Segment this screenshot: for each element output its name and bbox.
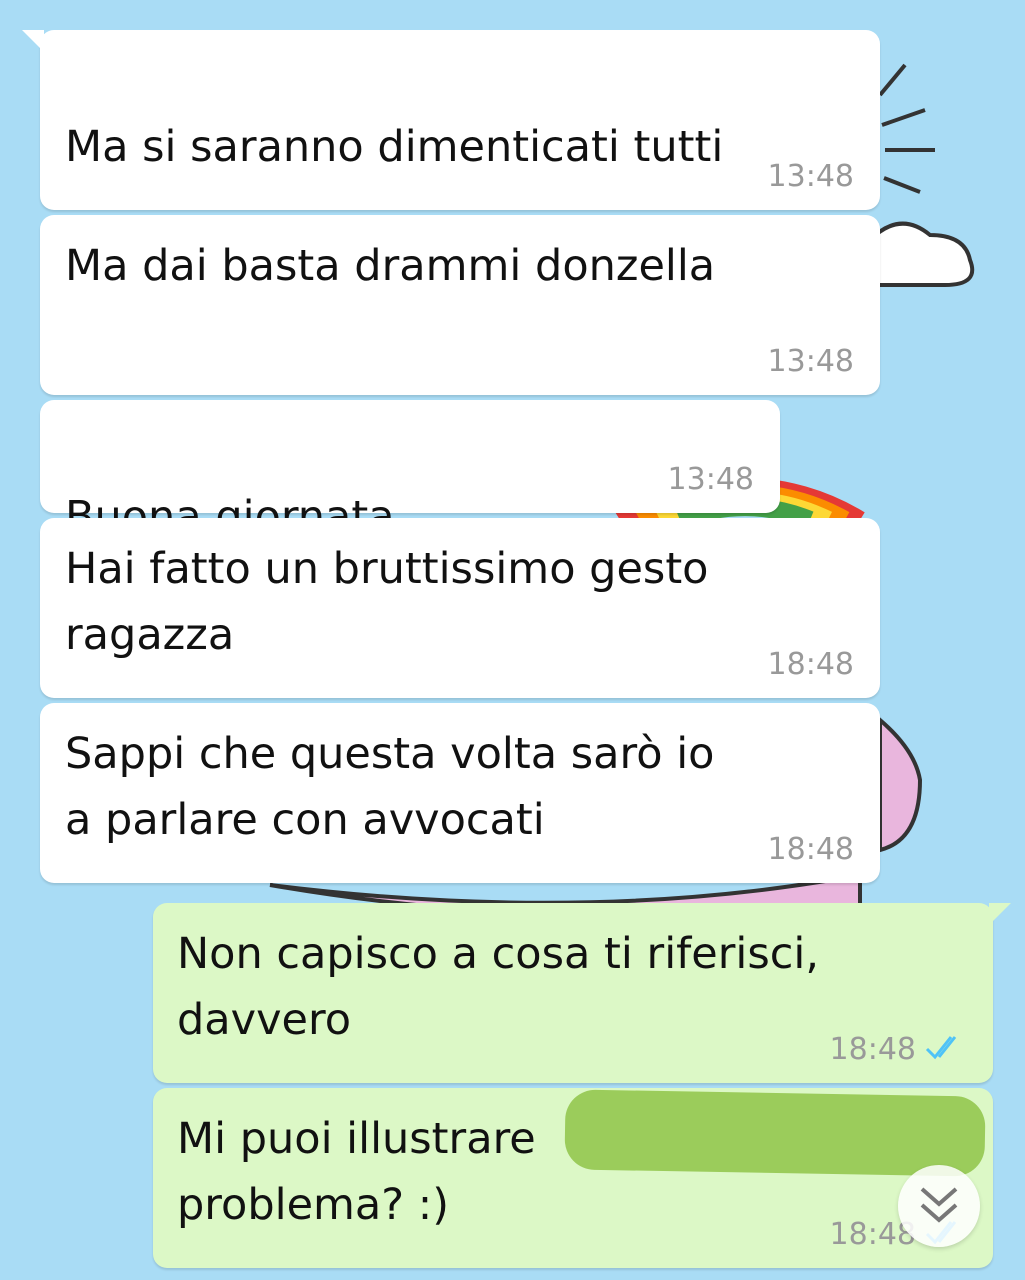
message-text: Sappi che questa volta sarò io a parlare… xyxy=(65,729,715,845)
message-time: 13:48 xyxy=(667,462,754,497)
message-time: 18:48 xyxy=(767,832,854,867)
chevron-double-down-icon xyxy=(920,1187,958,1223)
scroll-to-bottom-button[interactable] xyxy=(898,1165,980,1247)
message-time: 18:48 xyxy=(767,647,854,682)
message-text: Hai fatto un bruttissimo gesto ragazza xyxy=(65,544,709,660)
message-bubble-incoming[interactable]: Hai fatto un bruttissimo gesto ragazza 1… xyxy=(40,518,880,698)
message-time: 13:48 xyxy=(767,159,854,194)
redaction-mark xyxy=(564,1089,986,1177)
double-check-icon xyxy=(925,1036,957,1060)
message-bubble-incoming[interactable]: Ma si saranno dimenticati tutti 13:48 xyxy=(22,30,880,299)
message-text: Mi puoi illustrare problema? :) xyxy=(177,1114,536,1230)
message-bubble-outgoing[interactable]: Non capisco a cosa ti riferisci, davvero… xyxy=(153,903,1011,1083)
message-bubble-incoming[interactable]: Sappi che questa volta sarò io a parlare… xyxy=(40,703,880,883)
message-bubble-incoming[interactable]: Ma dai basta drammi donzella 13:48 xyxy=(40,215,880,395)
message-text: Ma dai basta drammi donzella xyxy=(65,241,716,291)
bubble-tail xyxy=(989,903,1011,925)
bubble-tail xyxy=(22,30,44,52)
message-bubble-incoming[interactable]: Buona giornata 13:48 xyxy=(40,400,780,670)
message-time: 13:48 xyxy=(767,344,854,379)
message-text: Non capisco a cosa ti riferisci, davvero xyxy=(177,929,820,1045)
message-time: 18:48 xyxy=(829,1032,916,1067)
